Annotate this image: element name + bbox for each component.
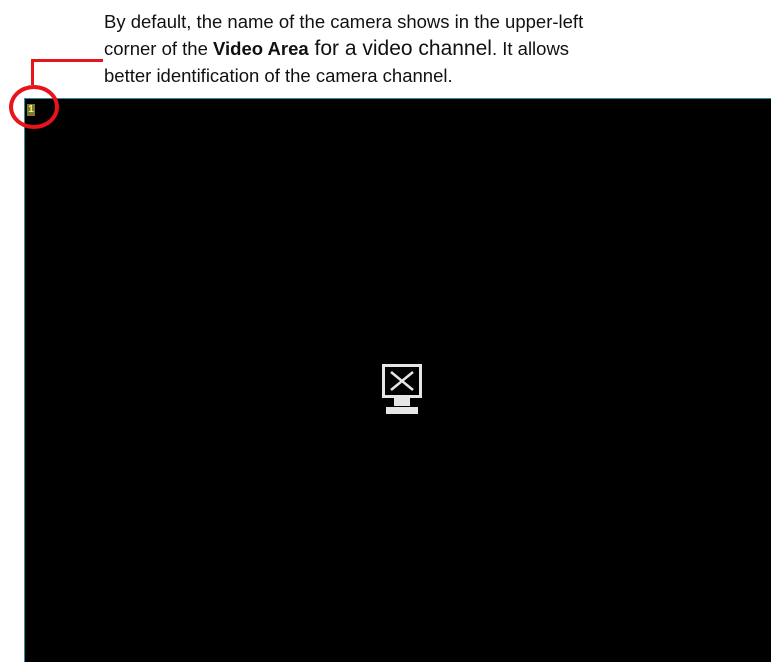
video-area-term: Video Area [213,38,309,59]
callout-leader-vertical [31,59,34,85]
callout-line-2-middle: for a video channel [308,37,492,60]
callout-line-3: better identification of the camera chan… [104,65,453,86]
no-signal-monitor-icon [382,364,422,414]
callout-line-1: By default, the name of the camera shows… [104,11,584,32]
callout-line-2-start: corner of the [104,38,214,59]
callout-line-2: corner of the Video Area for a video cha… [104,35,764,62]
callout-line-2-end: . It allows [491,38,570,59]
callout-description: By default, the name of the camera shows… [104,8,764,89]
callout-highlight-circle [9,85,59,129]
video-area[interactable]: 1 [24,98,771,662]
callout-leader-horizontal [31,59,103,62]
